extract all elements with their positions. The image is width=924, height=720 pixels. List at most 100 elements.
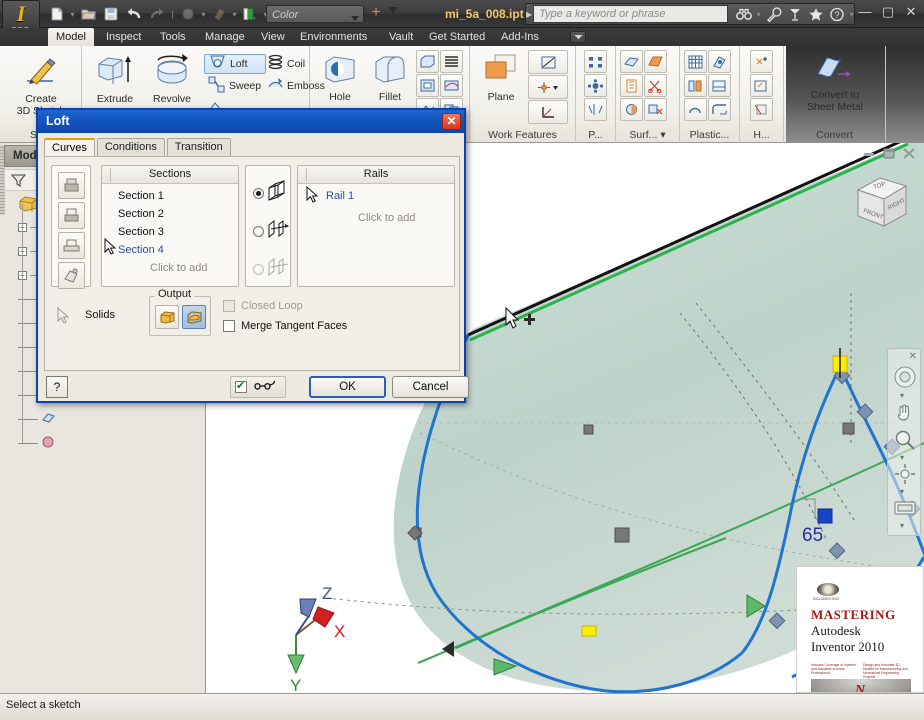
- viewport-minimize-icon[interactable]: [862, 148, 876, 163]
- tab-vault[interactable]: Vault: [383, 28, 419, 46]
- plane-button[interactable]: Plane: [476, 52, 526, 103]
- section-tool-3-button[interactable]: [58, 232, 85, 259]
- grill-button[interactable]: [684, 50, 707, 73]
- preview-checkbox[interactable]: [235, 379, 247, 393]
- tab-curves[interactable]: Curves: [44, 138, 95, 157]
- new-file-icon[interactable]: [46, 4, 68, 25]
- rails-mode-icon[interactable]: [267, 180, 291, 207]
- look-at-dropdown-icon[interactable]: ▾: [900, 521, 904, 530]
- rails-list[interactable]: Rails Rail 1 Click to add: [297, 165, 455, 287]
- wrench-icon[interactable]: [764, 5, 783, 24]
- help-icon[interactable]: ?: [827, 5, 846, 24]
- section-tool-4-button[interactable]: [58, 262, 85, 289]
- tab-model[interactable]: Model: [48, 28, 94, 46]
- create-harness-button[interactable]: [750, 50, 773, 73]
- tab-get-started[interactable]: Get Started: [423, 28, 491, 46]
- undo-icon[interactable]: [123, 4, 145, 25]
- snap-fit-button[interactable]: [684, 98, 707, 121]
- add-color-button[interactable]: +: [368, 5, 384, 23]
- search-expand-icon[interactable]: ▶: [526, 10, 532, 19]
- tab-add-ins[interactable]: Add-Ins: [495, 28, 545, 46]
- edit-harness-button[interactable]: [750, 74, 773, 97]
- search-dropdown[interactable]: ▾: [755, 4, 762, 25]
- loft-dialog-close-button[interactable]: ✕: [442, 113, 461, 130]
- ribbon-minimize-arrow-icon[interactable]: [570, 31, 586, 43]
- sections-click-to-add[interactable]: Click to add: [150, 262, 207, 274]
- viewport-restore-icon[interactable]: [882, 147, 896, 163]
- section-item-1[interactable]: Section 1: [118, 190, 164, 202]
- sweep-button[interactable]: Sweep: [204, 76, 266, 96]
- surface-panel-dropdown-icon[interactable]: ▾: [660, 129, 665, 141]
- tab-transition[interactable]: Transition: [166, 138, 231, 156]
- color-selector[interactable]: Color: [266, 5, 364, 23]
- look-at-icon[interactable]: [893, 497, 917, 520]
- pan-hand-icon[interactable]: [894, 401, 916, 426]
- select-dropdown[interactable]: ▾: [200, 4, 207, 25]
- tab-tools[interactable]: Tools: [154, 28, 192, 46]
- trim-button[interactable]: [644, 74, 667, 97]
- minimize-button[interactable]: —: [858, 5, 872, 19]
- loft-type-rails-radio[interactable]: [253, 188, 264, 199]
- tree-node-9[interactable]: [18, 411, 56, 428]
- axis-button[interactable]: [528, 50, 568, 74]
- loft-type-centerline-radio[interactable]: [253, 226, 264, 237]
- steering-wheel-dropdown-icon[interactable]: ▾: [900, 391, 904, 400]
- merge-tangent-checkbox[interactable]: [223, 320, 235, 332]
- rail-item-1[interactable]: Rail 1: [326, 190, 354, 202]
- bend-part-button[interactable]: [440, 74, 463, 97]
- zoom-dropdown-icon[interactable]: ▾: [900, 453, 904, 462]
- solids-select-icon[interactable]: [57, 306, 71, 328]
- cancel-button[interactable]: Cancel: [392, 376, 469, 398]
- redo-icon[interactable]: [146, 4, 168, 25]
- viewport-close-icon[interactable]: [902, 147, 916, 163]
- close-button[interactable]: ✕: [904, 5, 918, 19]
- output-surface-button[interactable]: [182, 305, 206, 329]
- draft-button[interactable]: [416, 74, 439, 97]
- search-input[interactable]: Type a keyword or phrase: [533, 5, 729, 23]
- output-solid-button[interactable]: [155, 305, 179, 329]
- rest-button[interactable]: [708, 50, 731, 73]
- patch-button[interactable]: [644, 50, 667, 73]
- boss-button[interactable]: [684, 74, 707, 97]
- navigation-bar-close-icon[interactable]: ✕: [909, 351, 917, 362]
- circular-pattern-button[interactable]: [584, 74, 607, 97]
- section-item-4[interactable]: Section 4: [118, 244, 164, 256]
- tab-environments[interactable]: Environments: [294, 28, 373, 46]
- sculpt-button[interactable]: [620, 98, 643, 121]
- search-binoculars-icon[interactable]: [734, 5, 753, 24]
- material-icon[interactable]: [239, 4, 261, 25]
- section-tool-1-button[interactable]: [58, 172, 85, 199]
- point-button[interactable]: [528, 75, 568, 99]
- tree-node-10[interactable]: [18, 435, 56, 452]
- filter-funnel-icon[interactable]: [10, 173, 27, 191]
- delete-face-button[interactable]: [644, 98, 667, 121]
- section-item-2[interactable]: Section 2: [118, 208, 164, 220]
- rectangular-pattern-button[interactable]: [584, 50, 607, 73]
- stitch-button[interactable]: [620, 74, 643, 97]
- view-cube[interactable]: TOP FRONT RIGHT: [850, 168, 914, 238]
- open-file-icon[interactable]: [77, 4, 99, 25]
- ucs-button[interactable]: [528, 100, 568, 124]
- appearance-dropdown[interactable]: ▾: [231, 4, 238, 25]
- convert-sheet-metal-button[interactable]: Convert to Sheet Metal: [792, 52, 878, 113]
- thread-button[interactable]: [440, 50, 463, 73]
- rails-click-to-add[interactable]: Click to add: [358, 212, 415, 224]
- tab-inspect[interactable]: Inspect: [100, 28, 147, 46]
- revolve-button[interactable]: Revolve: [144, 52, 200, 105]
- shell-button[interactable]: [416, 50, 439, 73]
- rule-fillet-button[interactable]: [708, 98, 731, 121]
- loft-help-button[interactable]: ?: [46, 376, 68, 398]
- save-file-icon[interactable]: [100, 4, 122, 25]
- help-dropdown[interactable]: ▾: [848, 4, 855, 25]
- orbit-dropdown-icon[interactable]: ▾: [900, 487, 904, 496]
- section-tool-2-button[interactable]: [58, 202, 85, 229]
- loft-button[interactable]: Loft: [204, 54, 266, 74]
- orbit-icon[interactable]: [894, 463, 916, 488]
- extrude-button[interactable]: Extrude: [88, 52, 142, 105]
- maximize-button[interactable]: ▢: [881, 5, 895, 19]
- preview-glasses-icon[interactable]: [253, 380, 279, 398]
- centerline-mode-icon[interactable]: [267, 218, 291, 245]
- subscription-icon[interactable]: [785, 5, 804, 24]
- favorites-star-icon[interactable]: [806, 5, 825, 24]
- section-item-3[interactable]: Section 3: [118, 226, 164, 238]
